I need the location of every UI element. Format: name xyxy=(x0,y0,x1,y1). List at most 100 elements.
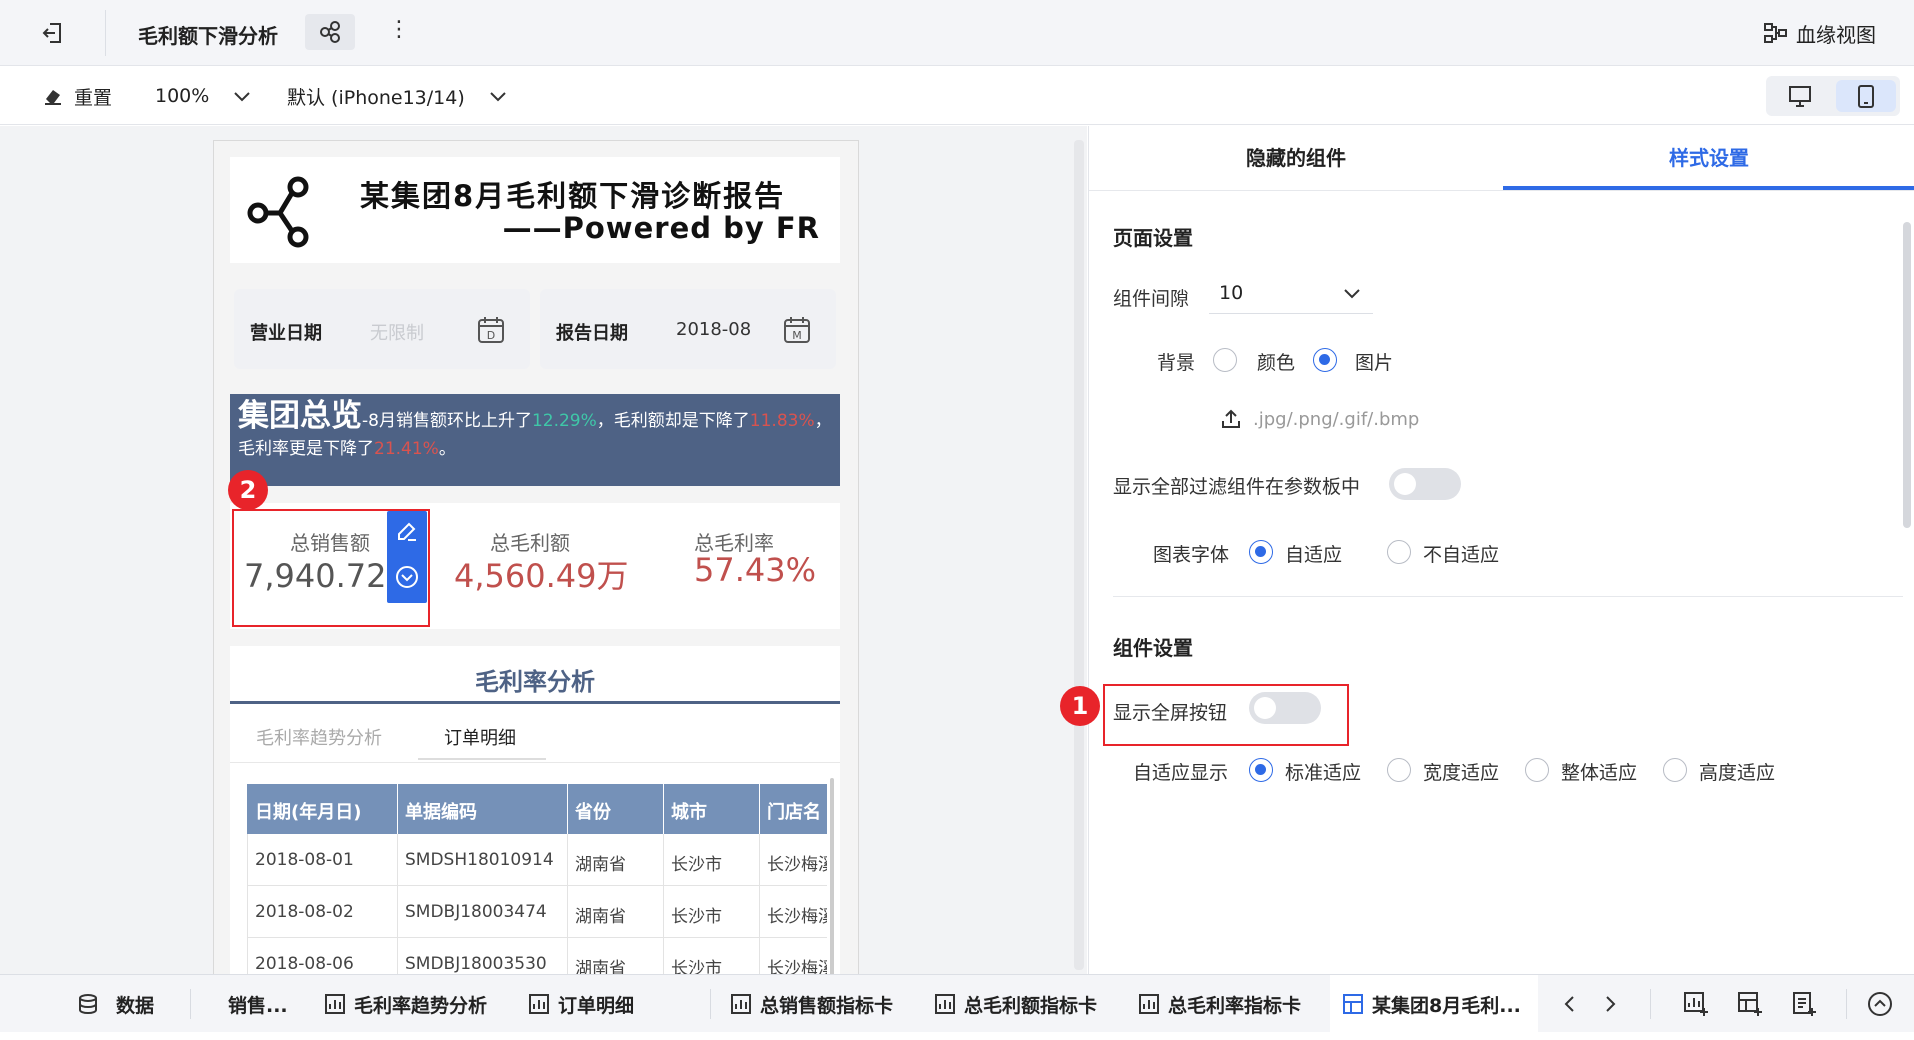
page-title: 毛利额下滑分析 xyxy=(138,24,278,48)
table-cell: SMDBJ18003474 xyxy=(405,902,547,922)
bg-color-radio[interactable] xyxy=(1213,348,1237,372)
adaptive-label: 自适应显示 xyxy=(1133,762,1229,784)
gap-label: 组件间隙 xyxy=(1113,288,1190,310)
group-overview: 集团总览-8月销售额环比上升了12.29%，毛利额却是下降了11.83%，毛利率… xyxy=(230,394,840,486)
desktop-view-button[interactable] xyxy=(1772,80,1828,112)
table-header-cell[interactable]: 单据编码 xyxy=(405,798,573,824)
table-icon xyxy=(731,994,751,1014)
filter-placeholder: 无限制 xyxy=(370,323,424,344)
report-title: 某集团8月毛利额下滑诊断报告 xyxy=(360,179,786,213)
filter-label: 营业日期 xyxy=(250,323,322,344)
tab-label: 总销售额指标卡 xyxy=(760,994,894,1017)
kpi-card-margin[interactable]: 总毛利率 57.43% xyxy=(638,505,838,617)
device-value: 默认 (iPhone13/14) xyxy=(287,86,465,109)
tab-style-settings[interactable]: 样式设置 xyxy=(1503,126,1914,190)
overview-text: ，毛利额却是下降了 xyxy=(596,411,750,431)
table-cell: 长沙梅溪 xyxy=(767,907,827,927)
zoom-select[interactable]: 100% xyxy=(155,82,253,110)
font-adaptive-radio[interactable] xyxy=(1249,540,1273,564)
zoom-value: 100% xyxy=(155,85,210,107)
tab-label: 总毛利额指标卡 xyxy=(964,994,1098,1017)
bottom-tab-margin-trend[interactable]: 毛利率趋势分析 xyxy=(324,975,487,1033)
table-header-cell[interactable]: 日期(年月日) xyxy=(255,798,403,824)
add-dashboard-icon[interactable] xyxy=(1736,990,1764,1018)
table-header-cell[interactable]: 城市 xyxy=(671,798,765,824)
edit-icon[interactable] xyxy=(395,519,419,543)
font-adaptive-label: 自适应 xyxy=(1285,544,1343,566)
report-title-card: 某集团8月毛利额下滑诊断报告 ——Powered by FR xyxy=(230,157,840,263)
fullscreen-label: 显示全屏按钮 xyxy=(1113,702,1228,724)
adaptive-whole-radio[interactable] xyxy=(1525,758,1549,782)
upload-button[interactable]: .jpg/.png/.gif/.bmp xyxy=(1219,406,1419,432)
table-cell: 湖南省 xyxy=(575,907,626,927)
table-scrollbar[interactable] xyxy=(830,778,834,979)
table-header-cell[interactable]: 门店名 xyxy=(767,798,827,824)
gap-select[interactable]: 10 xyxy=(1209,270,1373,314)
calendar-icon[interactable]: D xyxy=(476,315,506,345)
filter-value: 2018-08 xyxy=(676,319,752,340)
add-report-icon[interactable] xyxy=(1790,990,1818,1018)
gap-value: 10 xyxy=(1219,282,1244,304)
share-button[interactable] xyxy=(305,14,355,50)
upload-icon xyxy=(1222,409,1240,428)
mobile-view-button[interactable] xyxy=(1836,80,1896,112)
share-icon xyxy=(320,21,340,43)
monitor-icon xyxy=(1789,86,1811,107)
eraser-icon xyxy=(45,90,61,105)
reset-button[interactable]: 重置 xyxy=(42,82,112,110)
bottom-tab-sales-card[interactable]: 总销售额指标卡 xyxy=(730,975,893,1033)
component-settings-title: 组件设置 xyxy=(1113,636,1193,660)
top-bar: 毛利额下滑分析 ⋮ 血缘视图 xyxy=(0,0,1914,66)
section-title: 毛利率分析 xyxy=(475,668,595,696)
fullscreen-toggle[interactable] xyxy=(1249,692,1321,724)
table-header-cell[interactable]: 省份 xyxy=(575,798,669,824)
dashboard-icon xyxy=(1343,994,1363,1014)
tab-hidden-components[interactable]: 隐藏的组件 xyxy=(1089,126,1503,190)
chevron-right-icon[interactable] xyxy=(1598,992,1622,1016)
lineage-view-button[interactable]: 血缘视图 xyxy=(1762,18,1876,48)
table-cell: 长沙市 xyxy=(671,907,722,927)
calendar-icon[interactable]: M xyxy=(782,315,812,345)
adaptive-height-radio[interactable] xyxy=(1663,758,1687,782)
tab-margin-trend[interactable]: 毛利率趋势分析 xyxy=(256,724,382,750)
share-logo-icon xyxy=(247,176,309,248)
font-nonadaptive-radio[interactable] xyxy=(1387,540,1411,564)
toolbar: 重置 100% 默认 (iPhone13/14) xyxy=(0,66,1914,125)
filter-report-date[interactable]: 报告日期 2018-08 M xyxy=(540,289,836,369)
chevron-down-icon xyxy=(234,92,251,102)
show-filter-toggle[interactable] xyxy=(1389,468,1461,500)
kpi-card-profit[interactable]: 总毛利额 4,560.49万 xyxy=(434,505,634,617)
add-component-icon[interactable] xyxy=(1682,990,1710,1018)
chart-font-label: 图表字体 xyxy=(1153,544,1230,566)
step-badge-2: 2 xyxy=(228,470,268,510)
tab-label: 总毛利率指标卡 xyxy=(1168,994,1302,1017)
filter-business-date[interactable]: 营业日期 无限制 D xyxy=(234,289,530,369)
collapse-up-icon[interactable] xyxy=(1866,990,1894,1018)
exit-icon[interactable] xyxy=(40,20,66,46)
canvas-scrollbar[interactable] xyxy=(1074,140,1084,970)
more-menu-icon[interactable]: ⋮ xyxy=(388,18,410,42)
data-tab[interactable]: 数据 xyxy=(76,975,154,1033)
chevron-circle-icon[interactable] xyxy=(395,565,419,589)
chevron-down-icon xyxy=(490,92,506,102)
bottom-tab-profit-card[interactable]: 总毛利额指标卡 xyxy=(934,975,1097,1033)
svg-text:M: M xyxy=(792,329,802,342)
overview-margin-drop: 21.41% xyxy=(374,439,439,459)
bottom-tab-sales[interactable]: 销售... xyxy=(228,975,288,1033)
device-select[interactable]: 默认 (iPhone13/14) xyxy=(287,82,509,110)
bottom-tab-margin-card[interactable]: 总毛利率指标卡 xyxy=(1138,975,1301,1033)
chevron-left-icon[interactable] xyxy=(1558,992,1582,1016)
bg-image-radio[interactable] xyxy=(1313,348,1337,372)
overview-title: 集团总览 xyxy=(238,398,362,434)
tab-order-detail[interactable]: 订单明细 xyxy=(444,724,516,750)
table-cell: 2018-08-01 xyxy=(255,850,354,870)
bottom-tab-order-detail[interactable]: 订单明细 xyxy=(528,975,634,1033)
tab-label: 销售... xyxy=(228,994,288,1017)
bottom-tab-dashboard[interactable]: 某集团8月毛利... xyxy=(1330,975,1538,1033)
database-icon xyxy=(79,994,97,1015)
device-toggle xyxy=(1766,76,1900,116)
adaptive-width-radio[interactable] xyxy=(1387,758,1411,782)
adaptive-standard-radio[interactable] xyxy=(1249,758,1273,782)
panel-scrollbar[interactable] xyxy=(1903,222,1911,528)
bg-color-label: 颜色 xyxy=(1257,352,1296,374)
